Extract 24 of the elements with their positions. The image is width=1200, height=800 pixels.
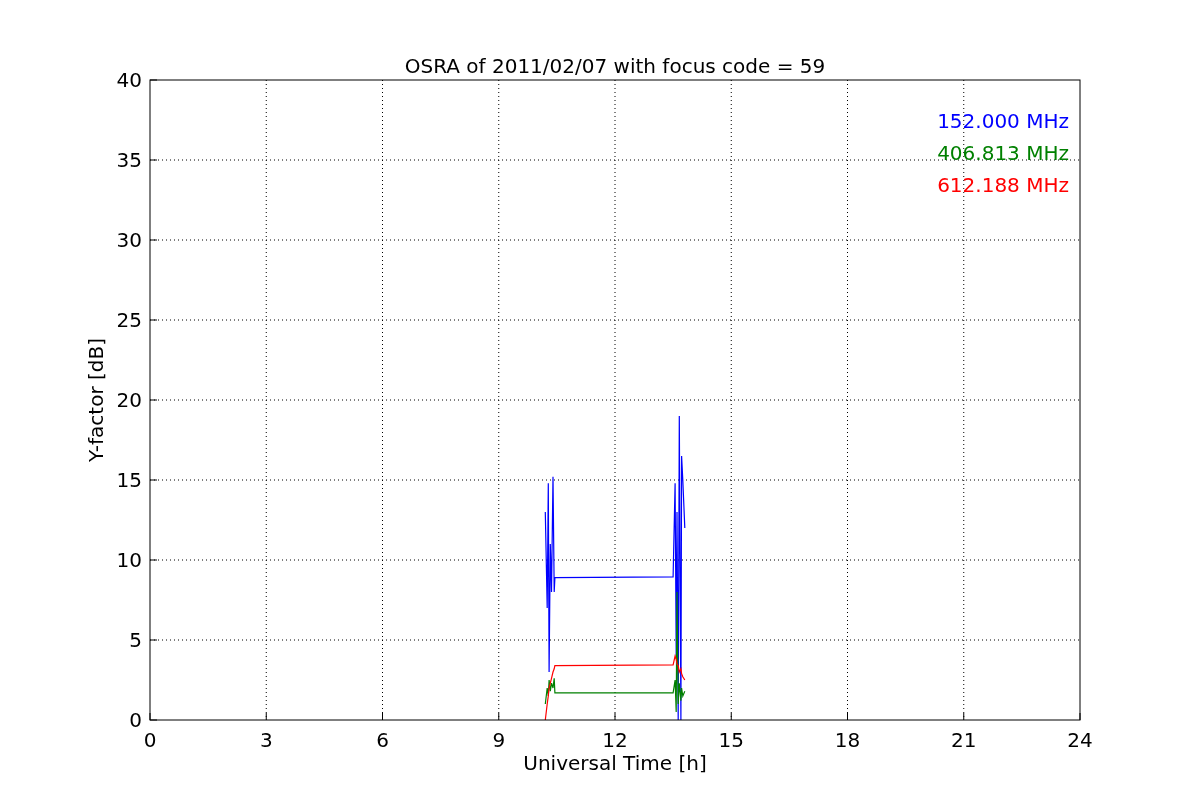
legend-label: 406.813 MHz: [937, 141, 1069, 165]
tick-label: 25: [116, 308, 142, 332]
tick-label: 9: [492, 728, 506, 752]
tick-label: 30: [116, 228, 142, 252]
tick-label: 15: [116, 468, 142, 492]
tick-label: 40: [116, 68, 142, 92]
y-axis-label: Y-factor [dB]: [84, 338, 108, 462]
tick-label: 5: [129, 628, 142, 652]
tick-label: 0: [143, 728, 157, 752]
tick-label: 3: [259, 728, 273, 752]
tick-label: 10: [116, 548, 142, 572]
tick-label: 15: [718, 728, 744, 752]
tick-label: 18: [834, 728, 861, 752]
tick-label: 20: [116, 388, 142, 412]
tick-label: 12: [602, 728, 628, 752]
chart-title: OSRA of 2011/02/07 with focus code = 59: [404, 54, 826, 78]
legend-label: 612.188 MHz: [937, 173, 1069, 197]
tick-label: 21: [951, 728, 977, 752]
tick-label: 6: [376, 728, 389, 752]
legend-label: 152.000 MHz: [937, 109, 1069, 133]
tick-label: 35: [116, 148, 142, 172]
x-axis-label: Universal Time [h]: [523, 751, 707, 775]
tick-label: 24: [1067, 728, 1093, 752]
tick-label: 0: [129, 708, 142, 732]
